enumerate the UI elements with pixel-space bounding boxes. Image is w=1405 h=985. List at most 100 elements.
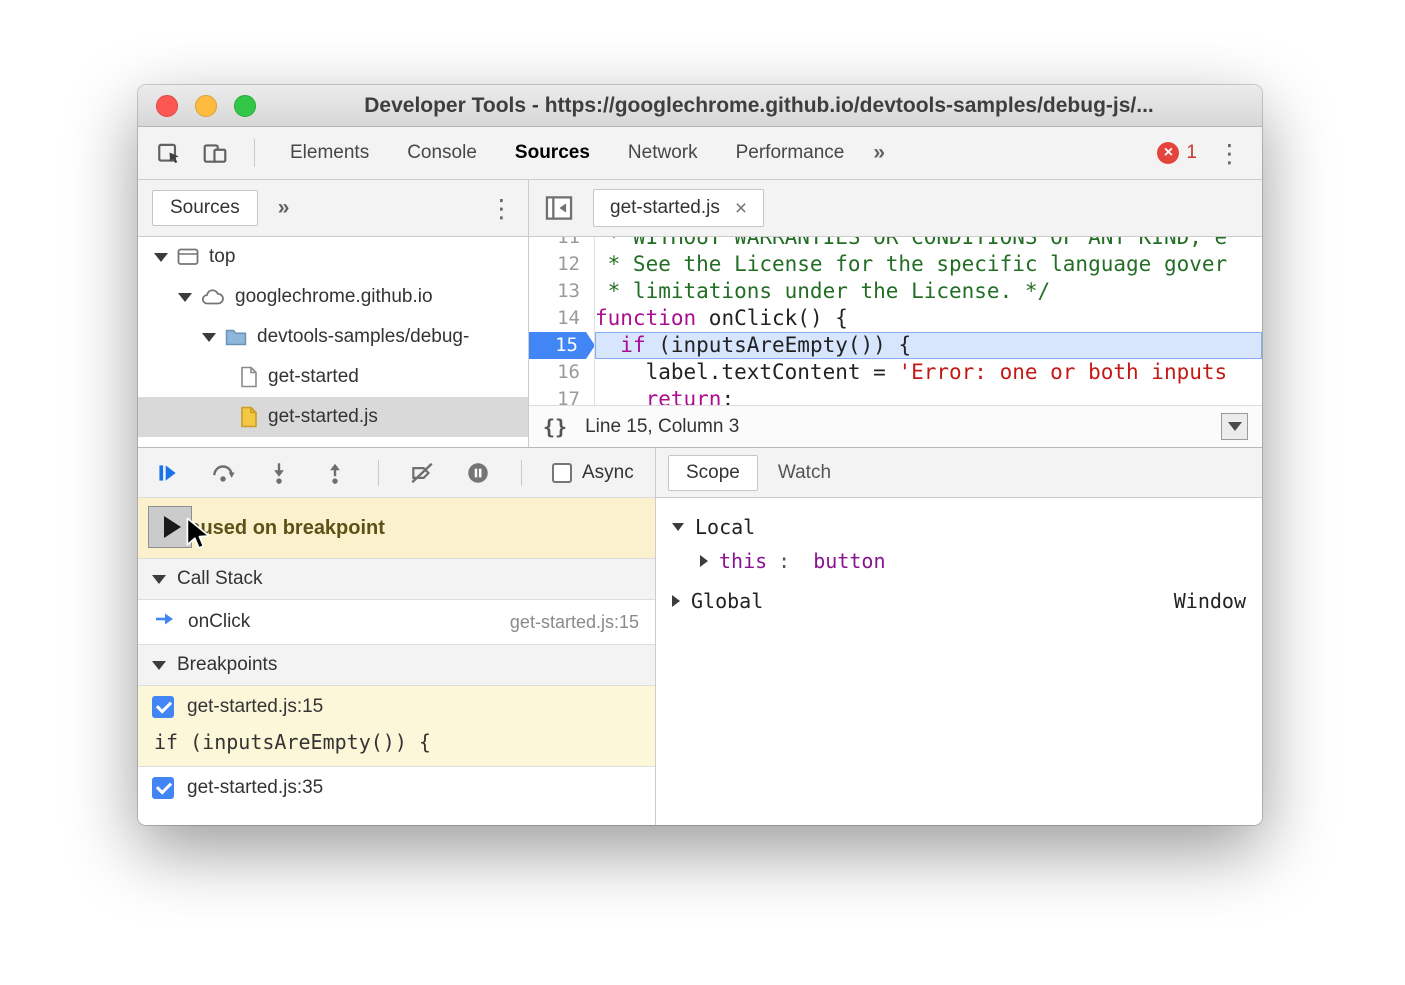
window-title: Developer Tools - https://googlechrome.g… [138, 94, 1262, 118]
tab-elements[interactable]: Elements [271, 127, 388, 179]
code-editor[interactable]: 11121314151617 * WITHOUT WARRANTIES OR C… [529, 237, 1262, 405]
async-checkbox-group[interactable]: Async [552, 462, 634, 484]
breakpoints-header[interactable]: Breakpoints [138, 644, 655, 686]
tab-network[interactable]: Network [609, 127, 717, 179]
expand-arrow-icon[interactable] [178, 293, 192, 302]
devtools-window: Developer Tools - https://googlechrome.g… [138, 85, 1262, 825]
call-stack-title: Call Stack [177, 568, 263, 590]
tree-item-label: googlechrome.github.io [235, 286, 433, 308]
cursor-position-status: Line 15, Column 3 [585, 416, 739, 438]
panel-tabs: Elements Console Sources Network Perform… [271, 127, 895, 179]
editor-pane: get-started.js × 11121314151617 * WITHOU… [528, 180, 1262, 447]
tree-item-label: get-started [268, 366, 359, 388]
pretty-print-icon[interactable]: {} [543, 415, 567, 439]
scope-section-global[interactable]: Global Window [656, 584, 1262, 618]
more-navigator-tabs-chevron-icon[interactable]: » [278, 196, 290, 220]
debugger-lower-split: Async Paused on breakpoint Call Stack on… [138, 447, 1262, 825]
editor-status-bar: {} Line 15, Column 3 [529, 405, 1262, 447]
navigator-menu-kebab-icon[interactable]: ⋮ [489, 196, 514, 221]
line-number[interactable]: 15 [529, 332, 594, 359]
breakpoint-entry[interactable]: get-started.js:35 [138, 767, 655, 809]
js-file-icon [240, 406, 258, 428]
navigator-tab-sources[interactable]: Sources [152, 190, 258, 226]
tab-scope[interactable]: Scope [668, 455, 758, 491]
resume-script-button[interactable] [154, 460, 180, 486]
tree-item-domain[interactable]: googlechrome.github.io [138, 277, 528, 317]
line-number[interactable]: 17 [529, 386, 594, 405]
tree-item-js-file[interactable]: get-started.js [138, 397, 528, 437]
collapse-arrow-icon[interactable] [152, 575, 166, 584]
editor-tab-get-started-js[interactable]: get-started.js × [593, 189, 764, 227]
error-count-badge[interactable]: × 1 [1157, 142, 1197, 164]
collapse-arrow-icon[interactable] [672, 523, 684, 531]
step-out-button[interactable] [322, 460, 348, 486]
editor-tabstrip: get-started.js × [529, 180, 1262, 237]
scope-tree: Local this: button Global Window [656, 498, 1262, 618]
expand-arrow-icon[interactable] [202, 333, 216, 342]
code-line: * WITHOUT WARRANTIES OR CONDITIONS OF AN… [595, 237, 1262, 251]
breakpoint-checkbox[interactable] [152, 696, 174, 718]
scope-section-label: Local [695, 515, 755, 539]
active-frame-arrow-icon [154, 610, 176, 634]
scope-var-this[interactable]: this: button [656, 544, 1262, 578]
minimize-window-button[interactable] [195, 95, 217, 117]
zoom-window-button[interactable] [234, 95, 256, 117]
tab-watch[interactable]: Watch [764, 456, 845, 490]
global-scope-value: Window [1174, 589, 1246, 613]
breakpoint-entry[interactable]: get-started.js:15 if (inputsAreEmpty()) … [138, 686, 655, 767]
status-dropdown-icon[interactable] [1221, 413, 1248, 440]
tab-console[interactable]: Console [388, 127, 496, 179]
tree-item-folder[interactable]: devtools-samples/debug- [138, 317, 528, 357]
line-number[interactable]: 13 [529, 278, 594, 305]
tree-item-label: top [209, 246, 235, 268]
tree-item-file[interactable]: get-started [138, 357, 528, 397]
code-line: label.textContent = 'Error: one or both … [595, 359, 1262, 386]
folder-icon [225, 328, 247, 346]
frame-icon [177, 247, 199, 267]
line-number-gutter[interactable]: 11121314151617 [529, 237, 595, 405]
titlebar: Developer Tools - https://googlechrome.g… [138, 85, 1262, 127]
tree-item-label: get-started.js [268, 406, 378, 428]
close-window-button[interactable] [156, 95, 178, 117]
scope-section-label: Global [691, 589, 763, 613]
sources-upper-split: Sources » ⋮ top googlechrome.gi [138, 180, 1262, 447]
device-toolbar-icon[interactable] [202, 140, 228, 166]
breakpoint-location: get-started.js:15 [187, 696, 323, 718]
toolbar-separator [254, 139, 255, 167]
main-menu-kebab-icon[interactable]: ⋮ [1217, 141, 1242, 166]
deactivate-breakpoints-button[interactable] [409, 460, 435, 486]
breakpoint-code-snippet: if (inputsAreEmpty()) { [138, 728, 655, 760]
toolbar-separator [378, 460, 379, 486]
inspect-element-icon[interactable] [156, 140, 182, 166]
line-number[interactable]: 12 [529, 251, 594, 278]
call-stack-frame[interactable]: onClick get-started.js:15 [138, 600, 655, 644]
devtools-toolbar: Elements Console Sources Network Perform… [138, 127, 1262, 180]
scope-section-local[interactable]: Local [656, 510, 1262, 544]
line-number[interactable]: 16 [529, 359, 594, 386]
close-tab-icon[interactable]: × [735, 198, 747, 219]
tree-item-top[interactable]: top [138, 237, 528, 277]
breakpoint-checkbox[interactable] [152, 777, 174, 799]
expand-arrow-icon[interactable] [700, 555, 708, 567]
tab-performance[interactable]: Performance [717, 127, 864, 179]
property-value: button [813, 549, 885, 573]
error-icon: × [1157, 142, 1179, 164]
toggle-navigator-icon[interactable] [539, 188, 579, 228]
more-panels-chevron-icon[interactable]: » [863, 141, 895, 165]
step-into-button[interactable] [266, 460, 292, 486]
collapse-arrow-icon[interactable] [152, 661, 166, 670]
traffic-lights [156, 85, 256, 126]
call-stack-header[interactable]: Call Stack [138, 558, 655, 600]
step-over-button[interactable] [210, 460, 236, 486]
async-checkbox[interactable] [552, 463, 572, 483]
expand-arrow-icon[interactable] [154, 253, 168, 262]
line-number[interactable]: 11 [529, 237, 594, 251]
expand-arrow-icon[interactable] [672, 595, 680, 607]
frame-location: get-started.js:15 [510, 612, 639, 633]
tab-sources[interactable]: Sources [496, 127, 609, 179]
debugger-toolbar: Async [138, 448, 655, 498]
debugger-pane: Async Paused on breakpoint Call Stack on… [138, 448, 655, 825]
line-number[interactable]: 14 [529, 305, 594, 332]
code-line: function onClick() { [595, 305, 1262, 332]
pause-on-exceptions-button[interactable] [465, 460, 491, 486]
